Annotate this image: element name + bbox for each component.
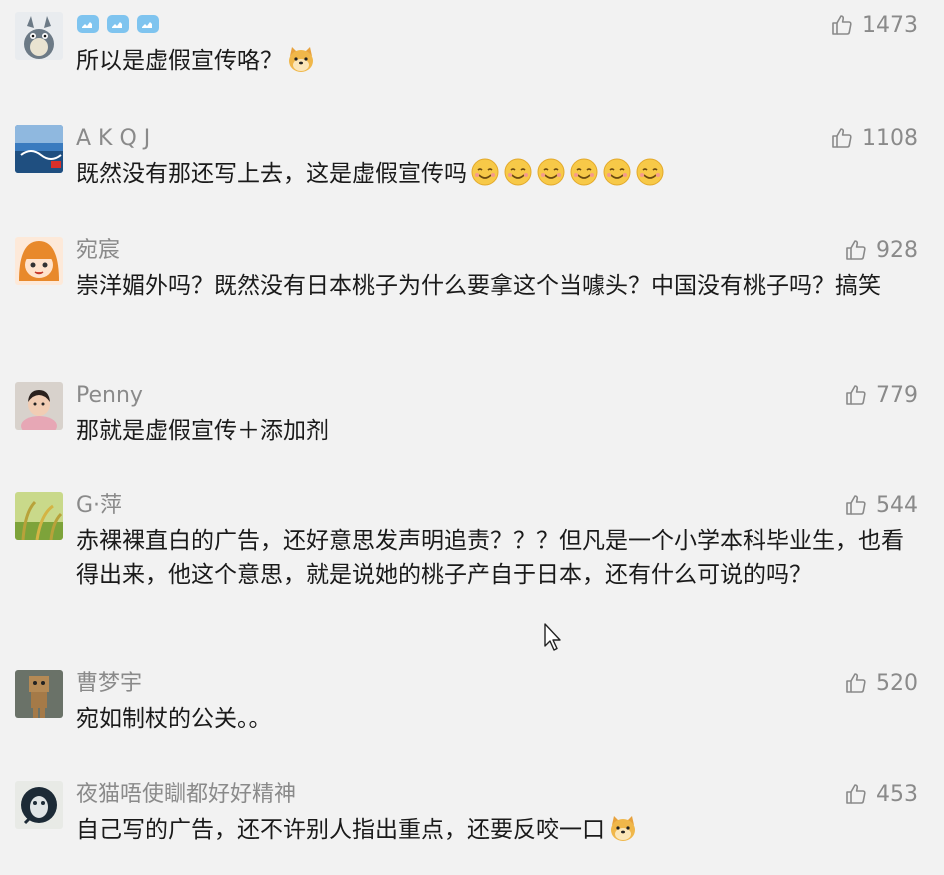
doge-emoji xyxy=(286,44,316,74)
thumbs-up-icon xyxy=(846,673,866,693)
smile-emoji xyxy=(470,157,500,187)
comment-username[interactable] xyxy=(76,12,166,40)
thumbs-up-icon xyxy=(832,128,852,148)
comment-text: 自己写的广告，还不许别人指出重点，还要反咬一口 xyxy=(76,813,924,847)
comment-text: 既然没有那还写上去，这是虚假宣传吗 xyxy=(76,157,924,191)
like-count: 1108 xyxy=(862,125,918,151)
thumbs-up-icon xyxy=(846,495,866,515)
mouse-cursor-icon xyxy=(544,623,561,651)
night-owl-avatar[interactable] xyxy=(15,781,63,829)
like-count: 520 xyxy=(876,670,918,696)
comment-username[interactable]: A K Q J xyxy=(76,125,150,153)
like-count: 928 xyxy=(876,237,918,263)
comment-username[interactable]: Penny xyxy=(76,382,143,410)
smile-emoji xyxy=(602,157,632,187)
smile-emoji xyxy=(569,157,599,187)
like-count: 779 xyxy=(876,382,918,408)
comment-username[interactable]: G·萍 xyxy=(76,492,122,520)
comment-username[interactable]: 夜猫唔使瞓都好好精神 xyxy=(76,781,296,809)
comment-text: 宛如制杖的公关。。 xyxy=(76,706,272,732)
like-button[interactable]: 520 xyxy=(844,668,918,698)
like-button[interactable]: 1473 xyxy=(830,10,918,40)
smile-emoji xyxy=(536,157,566,187)
comment-text: 崇洋媚外吗？既然没有日本桃子为什么要拿这个当噱头？中国没有桃子吗？搞笑 xyxy=(76,273,881,299)
thumbs-up-icon xyxy=(846,385,866,405)
like-button[interactable]: 453 xyxy=(844,779,918,809)
like-hand-badge xyxy=(136,12,160,36)
anime-girl-avatar[interactable] xyxy=(15,237,63,285)
box-robot-avatar[interactable] xyxy=(15,670,63,718)
comment-body: 既然没有那还写上去，这是虚假宣传吗 xyxy=(76,161,467,187)
like-button[interactable]: 1108 xyxy=(830,123,918,153)
like-hand-badge xyxy=(76,12,100,36)
comment-text: 赤裸裸直白的广告，还好意思发声明追责？？？但凡是一个小学本科毕业生，也看得出来，… xyxy=(76,528,904,588)
comment-text: 那就是虚假宣传＋添加剂 xyxy=(76,418,329,444)
like-button[interactable]: 928 xyxy=(844,235,918,265)
child-photo-avatar[interactable] xyxy=(15,382,63,430)
doge-emoji xyxy=(608,813,638,843)
like-button[interactable]: 779 xyxy=(844,380,918,410)
thumbs-up-icon xyxy=(846,784,866,804)
smile-emoji xyxy=(503,157,533,187)
totoro-avatar[interactable] xyxy=(15,12,63,60)
comment-username[interactable]: 曹梦宇 xyxy=(76,670,142,698)
comment-body: 所以是虚假宣传咯？ xyxy=(76,48,283,74)
like-button[interactable]: 544 xyxy=(844,490,918,520)
like-hand-badge xyxy=(106,12,130,36)
smile-emoji xyxy=(635,157,665,187)
comment-body: 自己写的广告，还不许别人指出重点，还要反咬一口 xyxy=(76,817,605,843)
comment-username[interactable]: 宛宸 xyxy=(76,237,120,265)
like-count: 544 xyxy=(876,492,918,518)
thumbs-up-icon xyxy=(846,240,866,260)
like-count: 453 xyxy=(876,781,918,807)
comment-text: 所以是虚假宣传咯？ xyxy=(76,44,924,78)
like-count: 1473 xyxy=(862,12,918,38)
seascape-avatar[interactable] xyxy=(15,125,63,173)
rice-field-avatar[interactable] xyxy=(15,492,63,540)
thumbs-up-icon xyxy=(832,15,852,35)
